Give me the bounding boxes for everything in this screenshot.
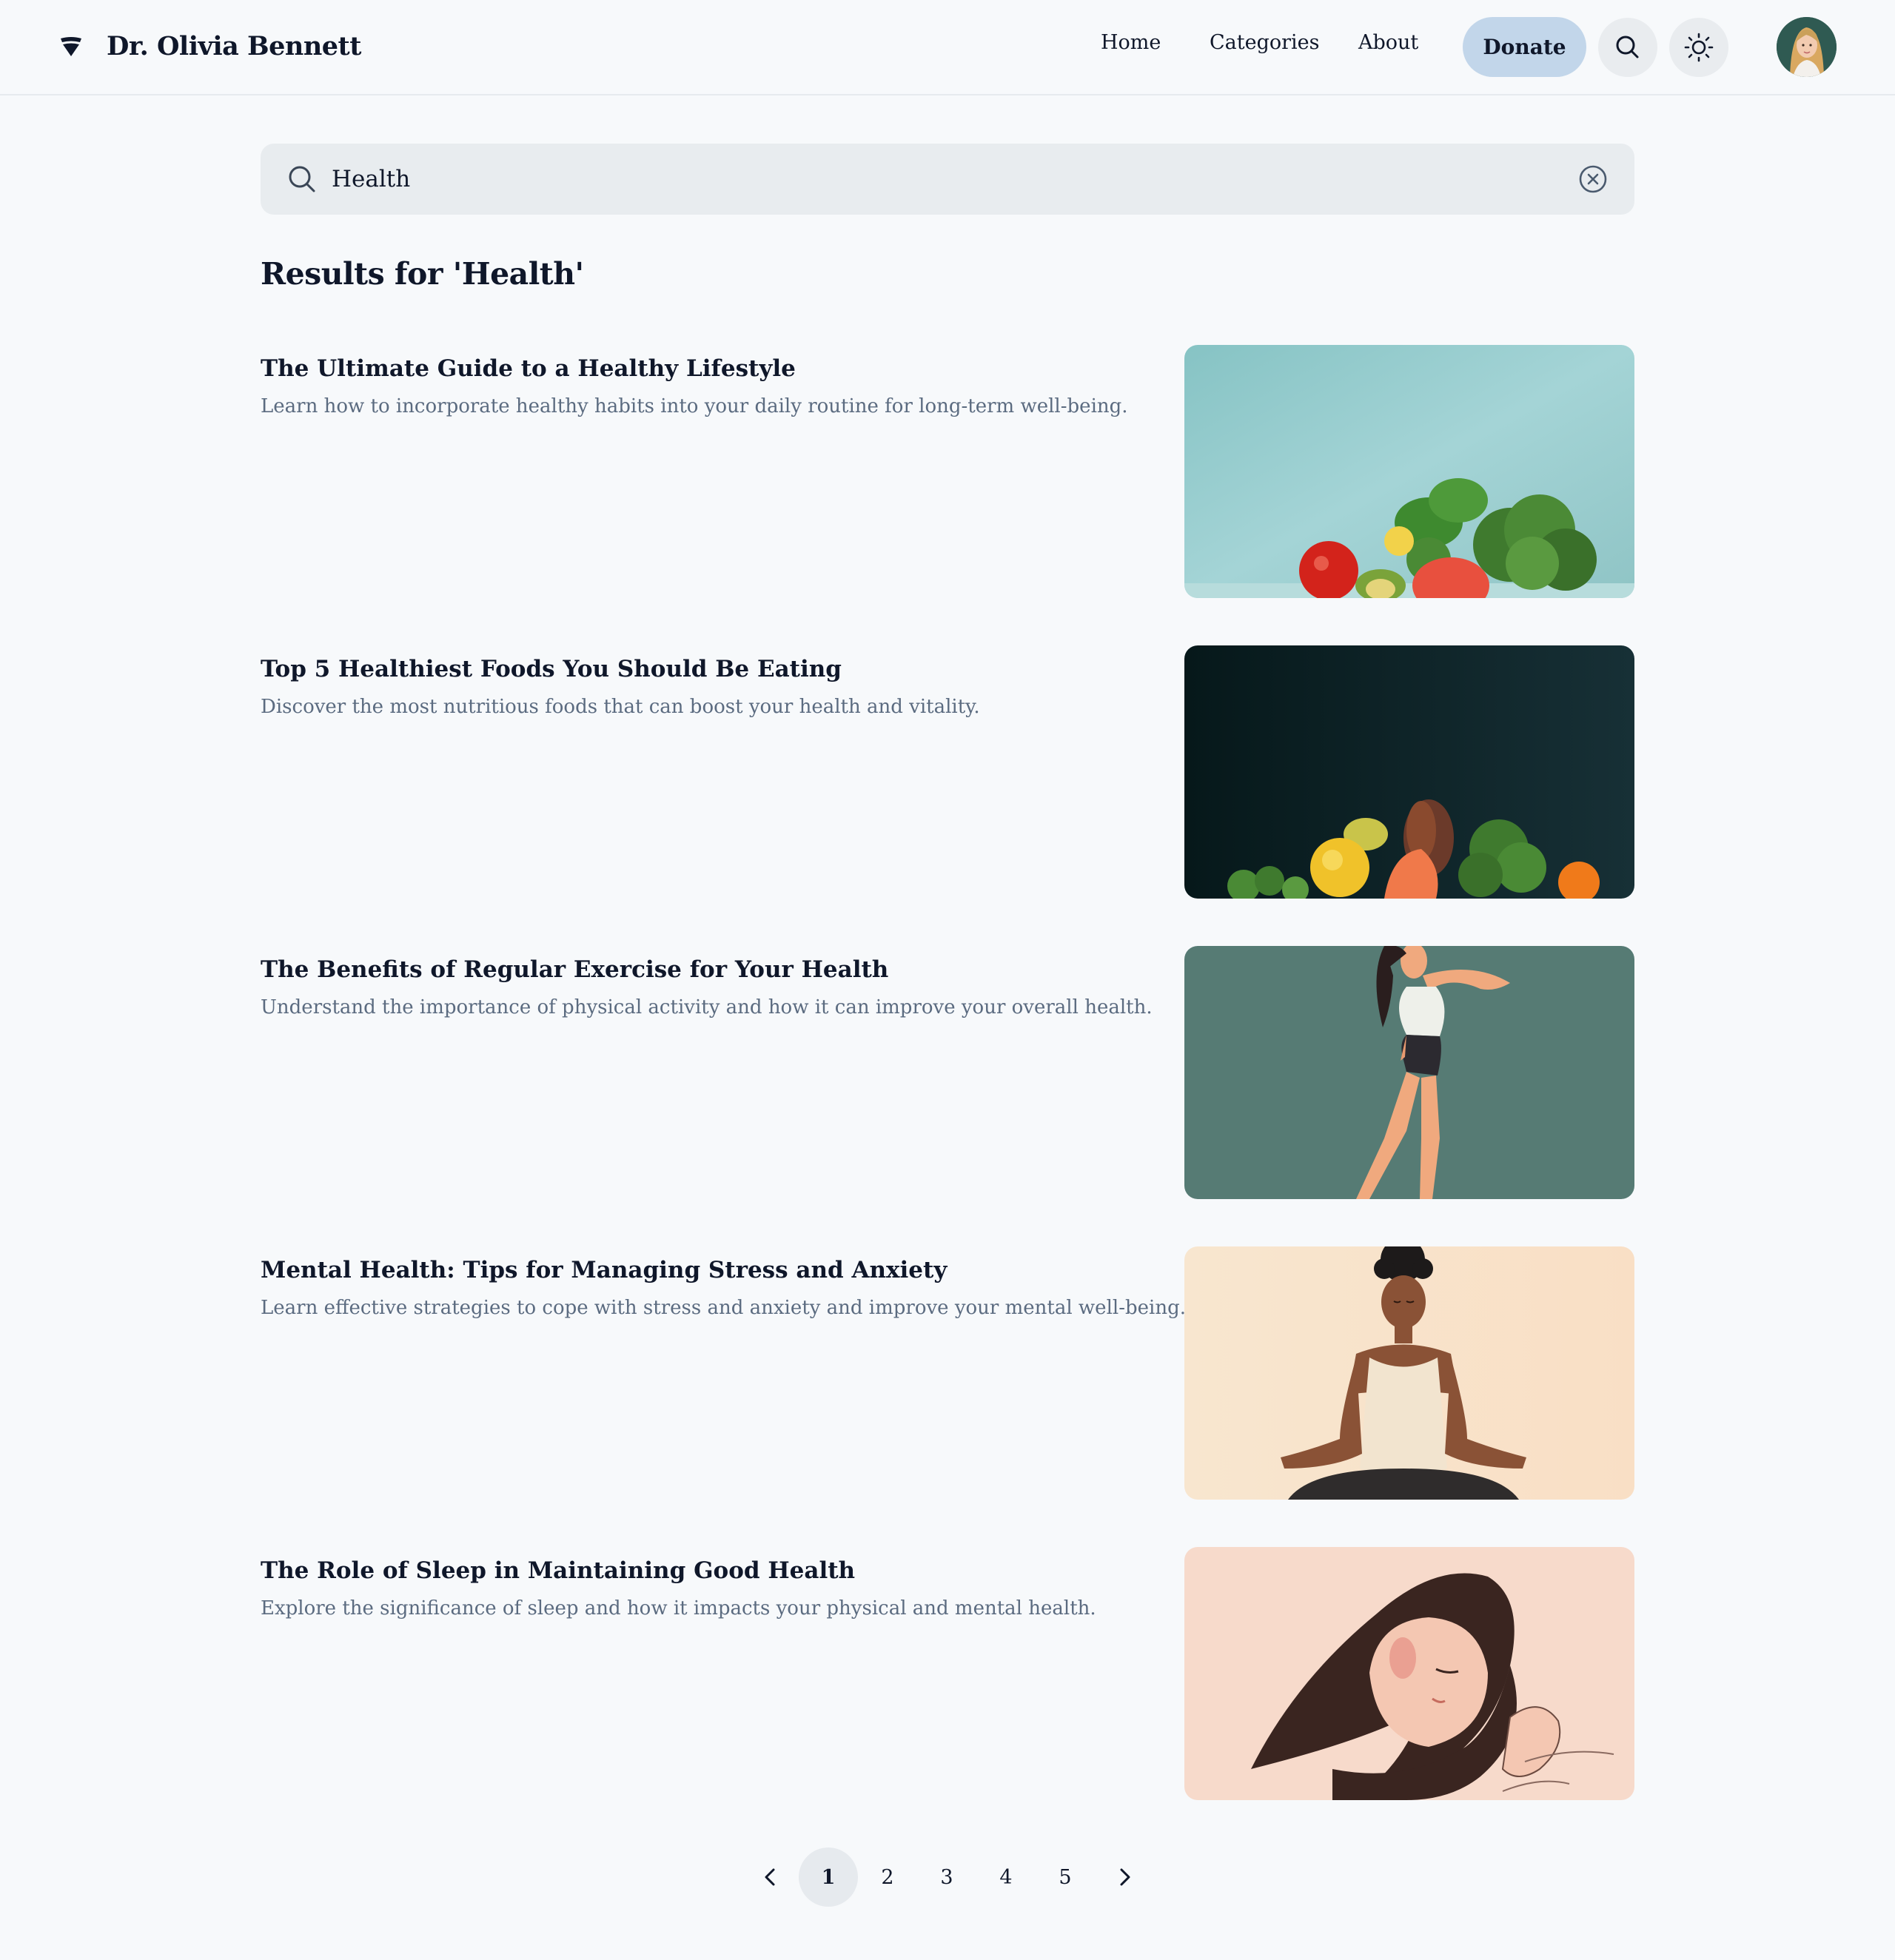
sun-icon bbox=[1684, 33, 1714, 62]
result-title[interactable]: The Ultimate Guide to a Healthy Lifestyl… bbox=[261, 355, 796, 382]
result-image-sleep[interactable] bbox=[1184, 1547, 1634, 1800]
search-bar bbox=[261, 144, 1634, 215]
result-title[interactable]: Mental Health: Tips for Managing Stress … bbox=[261, 1257, 947, 1283]
nav-about[interactable]: About bbox=[1358, 31, 1418, 54]
results-title: Results for 'Health' bbox=[261, 256, 584, 292]
chevron-right-icon[interactable] bbox=[1110, 1862, 1140, 1892]
logo-icon bbox=[61, 37, 81, 56]
top-header: Dr. Olivia Bennett Home Categories About… bbox=[0, 0, 1895, 95]
donate-button[interactable]: Donate bbox=[1463, 17, 1586, 77]
result-description: Learn effective strategies to cope with … bbox=[261, 1297, 1186, 1319]
result-description: Explore the significance of sleep and ho… bbox=[261, 1597, 1096, 1620]
page-4[interactable]: 4 bbox=[976, 1847, 1036, 1907]
nav-home[interactable]: Home bbox=[1101, 31, 1161, 54]
search-input[interactable] bbox=[332, 157, 1516, 201]
clear-icon[interactable] bbox=[1577, 163, 1609, 195]
result-item: Mental Health: Tips for Managing Stress … bbox=[261, 1246, 1634, 1500]
result-image-exercise[interactable] bbox=[1184, 946, 1634, 1199]
result-title[interactable]: The Role of Sleep in Maintaining Good He… bbox=[261, 1557, 855, 1584]
result-image-meditation[interactable] bbox=[1184, 1246, 1634, 1500]
result-image-foods[interactable] bbox=[1184, 645, 1634, 899]
chevron-left-icon[interactable] bbox=[755, 1862, 785, 1892]
nav-categories[interactable]: Categories bbox=[1210, 31, 1320, 54]
result-description: Understand the importance of physical ac… bbox=[261, 996, 1153, 1018]
result-description: Learn how to incorporate healthy habits … bbox=[261, 395, 1128, 417]
result-title[interactable]: Top 5 Healthiest Foods You Should Be Eat… bbox=[261, 656, 842, 682]
page-1[interactable]: 1 bbox=[799, 1847, 858, 1907]
page-3[interactable]: 3 bbox=[917, 1847, 976, 1907]
result-item: Top 5 Healthiest Foods You Should Be Eat… bbox=[261, 645, 1634, 899]
result-item: The Role of Sleep in Maintaining Good He… bbox=[261, 1547, 1634, 1800]
brand[interactable]: Dr. Olivia Bennett bbox=[58, 27, 361, 65]
page-5[interactable]: 5 bbox=[1036, 1847, 1095, 1907]
theme-toggle-button[interactable] bbox=[1669, 18, 1728, 77]
search-icon bbox=[289, 166, 315, 192]
brand-name: Dr. Olivia Bennett bbox=[107, 30, 361, 61]
page-2[interactable]: 2 bbox=[858, 1847, 917, 1907]
result-title[interactable]: The Benefits of Regular Exercise for You… bbox=[261, 956, 888, 983]
result-item: The Benefits of Regular Exercise for You… bbox=[261, 946, 1634, 1199]
result-item: The Ultimate Guide to a Healthy Lifestyl… bbox=[261, 345, 1634, 598]
result-image-vegetables[interactable] bbox=[1184, 345, 1634, 598]
result-description: Discover the most nutritious foods that … bbox=[261, 696, 980, 718]
avatar[interactable] bbox=[1777, 17, 1837, 77]
search-button[interactable] bbox=[1598, 18, 1657, 77]
search-icon bbox=[1616, 36, 1639, 58]
